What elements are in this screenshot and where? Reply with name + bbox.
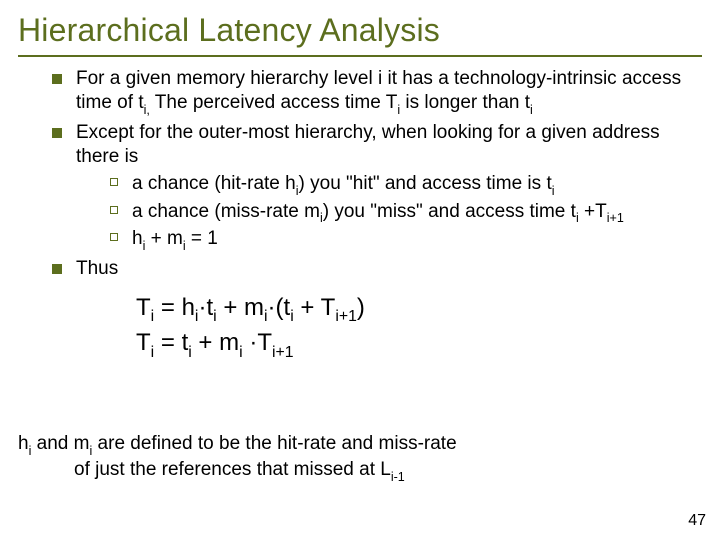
- text: +: [579, 201, 595, 222]
- text: The perceived access time: [150, 92, 386, 113]
- text: of just the references that missed at: [74, 459, 380, 480]
- text: ·(: [268, 294, 284, 321]
- text: +: [145, 228, 167, 249]
- subscript: i: [213, 308, 217, 325]
- subscript: i: [183, 239, 186, 253]
- slide-title: Hierarchical Latency Analysis: [0, 0, 720, 53]
- var-T: T: [136, 329, 151, 356]
- var-T: T: [257, 329, 272, 356]
- var-t: t: [138, 92, 143, 113]
- var-h: h: [285, 173, 296, 194]
- subscript: i: [320, 211, 323, 225]
- subscript: i: [151, 308, 155, 325]
- subscript: i: [530, 103, 533, 117]
- bullet-item-2: Except for the outer-most hierarchy, whe…: [52, 121, 694, 253]
- subscript: i: [143, 239, 146, 253]
- subscript: i-1: [391, 470, 405, 484]
- text: is longer than: [400, 92, 525, 113]
- slide-body: For a given memory hierarchy level i it …: [0, 67, 720, 362]
- text: a chance (miss-rate: [132, 201, 304, 222]
- title-rule: [18, 55, 702, 57]
- text: Thus: [76, 258, 118, 279]
- text: For a given memory hierarchy level: [76, 68, 378, 89]
- subscript: i+1: [272, 344, 294, 361]
- bullet-item-1: For a given memory hierarchy level i it …: [52, 67, 694, 117]
- var-T: T: [136, 294, 151, 321]
- var-h: h: [18, 433, 29, 454]
- var-m: m: [219, 329, 239, 356]
- var-m: m: [304, 201, 320, 222]
- var-h: h: [132, 228, 143, 249]
- subscript: i: [239, 344, 243, 361]
- subscript: i: [151, 344, 155, 361]
- sub-bullet-2: a chance (miss-rate mi) you "miss" and a…: [110, 200, 694, 226]
- var-T: T: [386, 92, 398, 113]
- subscript: i,: [144, 103, 150, 117]
- subscript: i: [552, 184, 555, 198]
- formula-block: Ti = hi·ti + mi·(ti + Ti+1) Ti = ti + mi…: [136, 292, 694, 362]
- var-T: T: [595, 201, 607, 222]
- text: ·t: [198, 294, 213, 321]
- var-T: T: [321, 294, 336, 321]
- text: +: [217, 294, 244, 321]
- text: ): [357, 294, 365, 321]
- text: are defined to be the hit-rate and miss-…: [92, 433, 456, 454]
- text: ) you "miss" and access time: [323, 201, 571, 222]
- formula-line-2: Ti = ti + mi ·Ti+1: [136, 327, 694, 362]
- text: = 1: [186, 228, 218, 249]
- subscript: i: [576, 211, 579, 225]
- bullet-item-3: Thus: [52, 257, 694, 281]
- var-L: L: [380, 459, 391, 480]
- subscript: i: [290, 308, 294, 325]
- var-m: m: [244, 294, 264, 321]
- text: ·: [243, 329, 258, 356]
- subscript: i: [264, 308, 268, 325]
- subscript: i+1: [607, 211, 624, 225]
- footer-note: hi and mi are defined to be the hit-rate…: [18, 432, 666, 484]
- footer-line-1: hi and mi are defined to be the hit-rate…: [18, 432, 666, 458]
- text: and: [31, 433, 73, 454]
- subscript: i: [195, 308, 199, 325]
- bullet-list: For a given memory hierarchy level i it …: [26, 67, 694, 282]
- footer-line-2: of just the references that missed at Li…: [18, 458, 666, 484]
- slide: Hierarchical Latency Analysis For a give…: [0, 0, 720, 540]
- text: =: [154, 294, 181, 321]
- text: =: [154, 329, 181, 356]
- text: +: [192, 329, 219, 356]
- sub-bullet-3: hi + mi = 1: [110, 227, 694, 253]
- text: a chance (hit-rate: [132, 173, 285, 194]
- var-t: t: [546, 173, 551, 194]
- text: +: [294, 294, 321, 321]
- page-number: 47: [688, 512, 706, 530]
- subscript: i: [89, 444, 92, 458]
- subscript: i: [296, 184, 299, 198]
- var-h: h: [182, 294, 195, 321]
- sub-bullet-list: a chance (hit-rate hi) you "hit" and acc…: [76, 172, 694, 254]
- subscript: i: [397, 103, 400, 117]
- var-m: m: [167, 228, 183, 249]
- sub-bullet-1: a chance (hit-rate hi) you "hit" and acc…: [110, 172, 694, 198]
- subscript: i+1: [335, 308, 357, 325]
- subscript: i: [188, 344, 192, 361]
- subscript: i: [29, 444, 32, 458]
- text: ) you "hit" and access time is: [299, 173, 547, 194]
- text: Except for the outer-most hierarchy, whe…: [76, 122, 660, 167]
- var-m: m: [74, 433, 90, 454]
- formula-line-1: Ti = hi·ti + mi·(ti + Ti+1): [136, 292, 694, 327]
